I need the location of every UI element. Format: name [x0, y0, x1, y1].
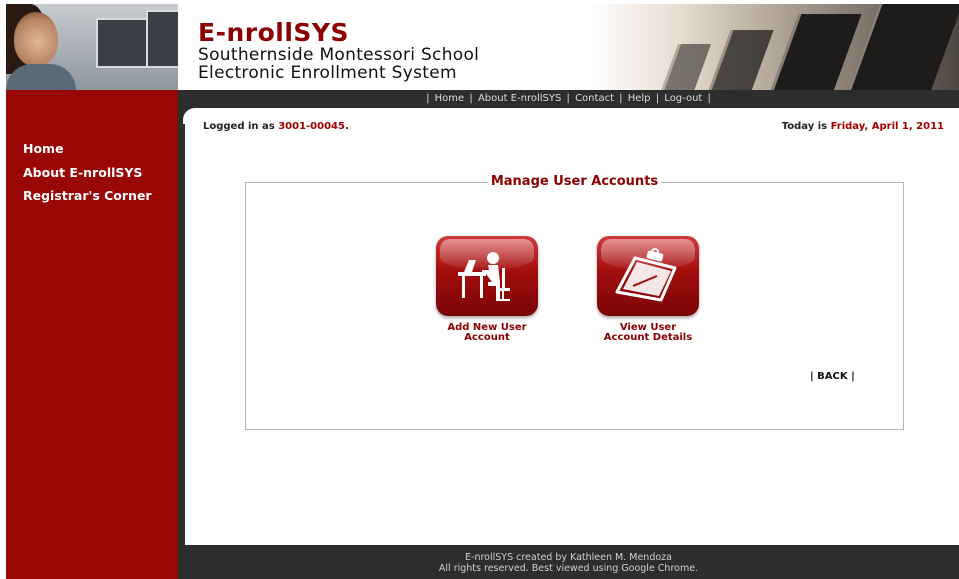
manage-accounts-panel: Manage User Accounts Add New User Accoun… [245, 174, 904, 430]
user-id: 3001-00045 [278, 121, 345, 132]
sidebar-item-registrars-corner[interactable]: Registrar's Corner [23, 188, 152, 203]
today-date: Today is Friday, April 1, 2011 [781, 121, 944, 132]
logged-in-status: Logged in as 3001-00045. [203, 121, 349, 132]
panel-title: Manage User Accounts [246, 174, 903, 189]
clipboard-icon [615, 248, 677, 302]
nav-home-link[interactable]: Home [435, 93, 465, 104]
content-frame [178, 108, 185, 545]
desk-user-icon [458, 252, 510, 301]
footer-credit: E-nrollSYS created by Kathleen M. Mendoz… [465, 552, 672, 563]
top-nav-bar: | Home | About E-nrollSYS | Contact | He… [178, 90, 959, 108]
header-student-photo [6, 4, 178, 90]
system-name: Electronic Enrollment System [198, 63, 457, 83]
nav-about-link[interactable]: About E-nrollSYS [478, 93, 561, 104]
current-date: Friday, April 1, 2011 [830, 121, 944, 132]
school-name: Southernside Montessori School [198, 45, 480, 65]
page-header: E-nrollSYS Southernside Montessori Schoo… [6, 4, 959, 90]
header-computers-photo [589, 4, 959, 90]
add-user-button[interactable] [436, 236, 538, 316]
nav-help-link[interactable]: Help [628, 93, 651, 104]
brand: E-nrollSYS Southernside Montessori Schoo… [198, 18, 480, 83]
sidebar-item-about[interactable]: About E-nrollSYS [23, 165, 142, 180]
brand-name: E-nrollSYS [198, 18, 350, 47]
view-user-label[interactable]: View User Account Details [589, 323, 707, 343]
sidebar-item-home[interactable]: Home [23, 141, 64, 156]
top-nav: | Home | About E-nrollSYS | Contact | He… [426, 93, 711, 104]
nav-contact-link[interactable]: Contact [575, 93, 614, 104]
nav-logout-link[interactable]: Log-out [664, 93, 702, 104]
sidebar: Home About E-nrollSYS Registrar's Corner [6, 90, 178, 579]
page-footer: E-nrollSYS created by Kathleen M. Mendoz… [178, 545, 959, 579]
add-user-label[interactable]: Add New User Account [431, 323, 543, 343]
back-link-wrap: | BACK | [810, 371, 855, 382]
footer-rights: All rights reserved. Best viewed using G… [438, 563, 699, 574]
back-link[interactable]: | BACK | [810, 371, 855, 382]
view-user-account-button[interactable] [597, 236, 699, 316]
